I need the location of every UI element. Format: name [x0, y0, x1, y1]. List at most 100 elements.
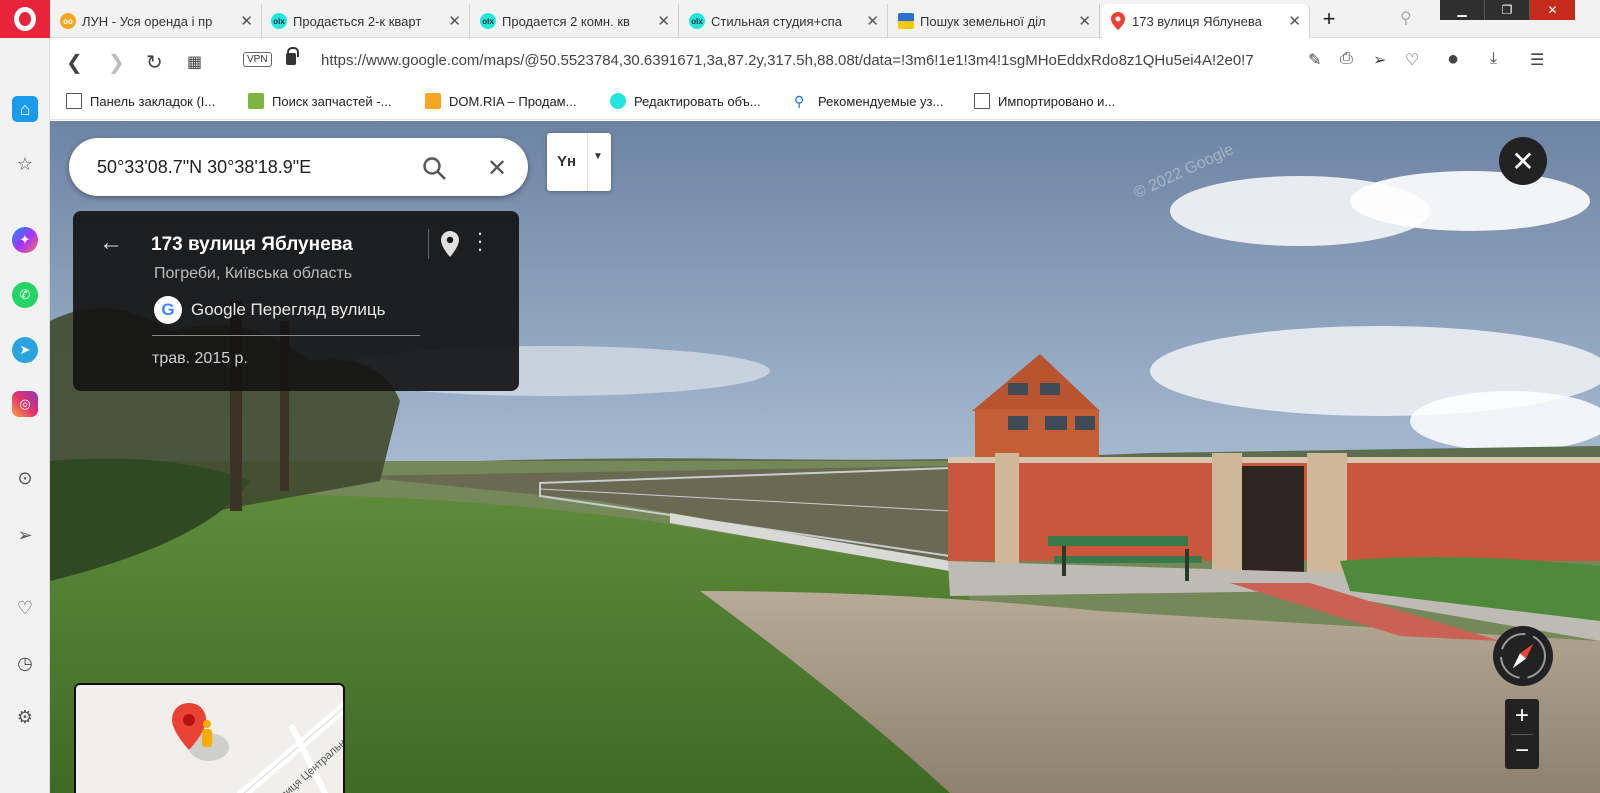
pegman-icon	[202, 720, 212, 747]
close-street-view-button[interactable]: ✕	[1499, 137, 1547, 185]
settings-icon[interactable]: ⚙	[12, 704, 38, 730]
folder-icon	[66, 93, 82, 109]
heart-icon[interactable]: ♡	[12, 595, 38, 621]
search-bookmark-icon	[248, 93, 264, 109]
divider	[152, 335, 420, 336]
close-icon[interactable]: ✕	[1288, 12, 1301, 30]
bookmark-item[interactable]: Поиск запчастей -...	[248, 93, 391, 109]
download-icon[interactable]: ⤓	[1490, 50, 1497, 68]
vpn-badge[interactable]: VPN	[243, 52, 272, 67]
more-options-icon[interactable]: · · ·	[473, 222, 487, 260]
tab-title: 173 вулиця Яблунева	[1132, 13, 1262, 29]
divider	[587, 133, 588, 191]
bookmark-label: DOM.RIA – Продам...	[449, 93, 577, 109]
domria-icon	[425, 93, 441, 109]
map-pin-icon[interactable]	[441, 231, 459, 257]
edit-icon[interactable]: ✎	[1308, 50, 1321, 70]
easy-setup-icon[interactable]: ☰	[1530, 50, 1544, 70]
sidebar: ⌂ ☆ ✦ ✆ ➤ ◎ ⊙ ➢ ♡ ◷ ⚙	[0, 38, 50, 793]
close-icon[interactable]: ✕	[1078, 12, 1091, 30]
tab-strip: oo ЛУН - Уся оренда і пр ✕ olx Продаєтьс…	[0, 0, 1600, 38]
tab-title: Пошук земельної діл	[920, 13, 1046, 29]
clear-search-icon[interactable]: ✕	[487, 154, 507, 183]
place-title: 173 вулиця Яблунева	[151, 234, 353, 255]
tab-google-maps[interactable]: 173 вулиця Яблунева ✕	[1102, 4, 1310, 38]
messenger-icon[interactable]: ✦	[12, 227, 38, 253]
home-icon[interactable]: ⌂	[12, 96, 38, 122]
minimap[interactable]: вулиця Центральна	[74, 683, 345, 793]
bookmark-label: Рекомендуемые уз...	[818, 93, 944, 109]
address-bar: ❮ ❯ ↻ ▦ VPN https://www.google.com/maps/…	[50, 38, 1600, 84]
share-icon[interactable]: ➢	[1373, 50, 1386, 70]
tab-olx-2[interactable]: olx Продается 2 комн. кв ✕	[472, 4, 679, 38]
folder-icon	[974, 93, 990, 109]
new-tab-button[interactable]: +	[1316, 6, 1342, 32]
tab-land-search[interactable]: Пошук земельної діл ✕	[890, 4, 1100, 38]
tab-olx-1[interactable]: olx Продається 2-к кварт ✕	[263, 4, 470, 38]
opera-logo[interactable]	[0, 0, 50, 38]
tab-title: Продается 2 комн. кв	[502, 13, 630, 29]
bookmark-label: Панель закладок (I...	[90, 93, 216, 109]
tab-olx-3[interactable]: olx Стильная студия+спа ✕	[681, 4, 888, 38]
bookmark-item[interactable]: ⚲ Рекомендуемые уз...	[794, 93, 943, 109]
send-icon[interactable]: ➢	[12, 522, 38, 548]
compass-icon[interactable]	[1493, 626, 1553, 686]
player-icon[interactable]: ⊙	[12, 465, 38, 491]
chevron-down-icon[interactable]: ▼	[593, 151, 603, 162]
whatsapp-icon[interactable]: ✆	[12, 282, 38, 308]
search-icon: ⚲	[794, 93, 805, 109]
zoom-in-button[interactable]: +	[1505, 699, 1539, 734]
divider	[428, 229, 429, 259]
google-maps-pin-icon	[1110, 12, 1126, 30]
street-view-panorama[interactable]: ✕ Yн ▼ ← 173 вулиця Яблунева Погреби, Ки…	[50, 121, 1600, 793]
close-icon[interactable]: ✕	[866, 12, 879, 30]
bookmark-item[interactable]: Панель закладок (I...	[66, 93, 215, 109]
close-icon[interactable]: ✕	[240, 12, 253, 30]
profile-icon[interactable]: ●	[1447, 48, 1459, 71]
forward-button[interactable]: ❯	[108, 50, 125, 75]
bookmark-label: Импортировано и...	[998, 93, 1116, 109]
star-icon[interactable]: ☆	[12, 151, 38, 177]
bookmark-heart-icon[interactable]: ♡	[1405, 50, 1419, 70]
tab-title: ЛУН - Уся оренда і пр	[82, 13, 213, 29]
bookmark-label: Поиск запчастей -...	[272, 93, 392, 109]
url-field[interactable]: https://www.google.com/maps/@50.5523784,…	[321, 52, 1301, 69]
olx-icon: olx	[271, 13, 287, 29]
tab-title: Стильная студия+спа	[711, 13, 842, 29]
bookmark-item[interactable]: Редактировать объ...	[610, 93, 761, 109]
olx-icon: olx	[480, 13, 496, 29]
close-icon[interactable]: ✕	[448, 12, 461, 30]
language-toggle[interactable]: Yн ▼	[547, 133, 611, 191]
lock-icon[interactable]	[286, 47, 299, 65]
place-subtitle: Погреби, Київська область	[154, 265, 353, 282]
tab-search-icon[interactable]: ⚲	[1400, 8, 1412, 28]
search-icon[interactable]	[422, 156, 448, 182]
bookmark-item[interactable]: DOM.RIA – Продам...	[425, 93, 576, 109]
tab-title: Продається 2-к кварт	[293, 13, 422, 29]
capture-date-selector[interactable]: трав. 2015 р.	[152, 350, 248, 368]
close-window-button[interactable]: ✕	[1530, 0, 1575, 20]
history-icon[interactable]: ◷	[12, 650, 38, 676]
language-label: Yн	[557, 153, 577, 170]
close-icon[interactable]: ✕	[657, 12, 670, 30]
google-logo-icon: G	[154, 296, 182, 324]
tab-lun[interactable]: oo ЛУН - Уся оренда і пр ✕	[52, 4, 262, 38]
reload-button[interactable]: ↻	[146, 50, 163, 75]
maximize-button[interactable]: ❐	[1485, 0, 1530, 20]
instagram-icon[interactable]: ◎	[12, 391, 38, 417]
speed-dial-icon[interactable]: ▦	[187, 52, 202, 72]
minimize-button[interactable]: ▁	[1440, 0, 1485, 20]
back-button[interactable]: ❮	[66, 50, 83, 75]
owl-icon: oo	[60, 13, 76, 29]
bookmark-label: Редактировать объ...	[634, 93, 761, 109]
telegram-icon[interactable]: ➤	[12, 337, 38, 363]
olx-icon: olx	[689, 13, 705, 29]
bookmark-item[interactable]: Импортировано и...	[974, 93, 1115, 109]
zoom-out-button[interactable]: −	[1505, 734, 1539, 769]
street-view-service-label[interactable]: Google Перегляд вулиць	[191, 300, 386, 320]
search-input[interactable]	[97, 152, 397, 182]
maps-search-box: ✕	[69, 138, 528, 196]
zoom-controls: + −	[1505, 699, 1539, 769]
back-arrow-icon[interactable]: ←	[99, 229, 123, 257]
snapshot-icon[interactable]: ⎙	[1340, 50, 1353, 68]
